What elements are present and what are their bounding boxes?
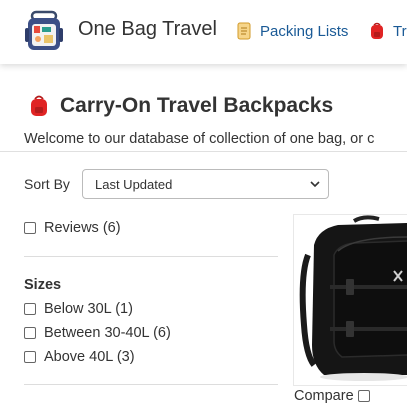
- filter-size-below-30l[interactable]: Below 30L (1): [24, 301, 133, 317]
- filter-divider: [24, 384, 278, 385]
- reviews-checkbox[interactable]: [24, 222, 36, 234]
- filter-size-30-40l[interactable]: Between 30-40L (6): [24, 325, 171, 341]
- filter-size-label: Between 30-40L (6): [44, 325, 171, 341]
- size-30-40l-checkbox[interactable]: [24, 327, 36, 339]
- product-image-backpack[interactable]: [294, 215, 407, 386]
- nav-packing-lists[interactable]: Packing Lists: [236, 22, 348, 40]
- site-header: One Bag Travel Packing Lists Tra: [0, 0, 407, 64]
- intro-text: Welcome to our database of collection of…: [24, 131, 375, 147]
- nav-travel-label: Tra: [393, 22, 407, 40]
- backpack-icon: [371, 22, 383, 39]
- site-brand[interactable]: One Bag Travel: [78, 18, 217, 41]
- nav-packing-lists-label: Packing Lists: [260, 22, 349, 40]
- scroll-icon: [237, 22, 251, 40]
- page-heading: Carry-On Travel Backpacks: [30, 94, 333, 118]
- filter-divider: [24, 256, 278, 257]
- filter-size-above-40l[interactable]: Above 40L (3): [24, 349, 135, 365]
- size-below-30l-checkbox[interactable]: [24, 303, 36, 315]
- compare-control[interactable]: Compare: [294, 388, 370, 404]
- filter-size-label: Above 40L (3): [44, 349, 135, 365]
- sizes-heading: Sizes: [24, 277, 62, 293]
- filter-size-label: Below 30L (1): [44, 301, 133, 317]
- chevron-down-icon: [310, 181, 320, 188]
- compare-checkbox[interactable]: [357, 390, 370, 402]
- product-card[interactable]: [293, 214, 407, 386]
- backpack-icon: [31, 95, 47, 116]
- nav-travel[interactable]: Tra: [369, 22, 407, 40]
- filter-reviews-label: Reviews (6): [44, 220, 121, 236]
- compare-label: Compare: [294, 388, 354, 404]
- filter-reviews[interactable]: Reviews (6): [24, 220, 121, 236]
- intro-divider: [0, 151, 407, 152]
- page-title: Carry-On Travel Backpacks: [60, 94, 334, 117]
- backpack-logo-icon[interactable]: [24, 10, 64, 52]
- sort-label: Sort By: [24, 176, 70, 192]
- size-above-40l-checkbox[interactable]: [24, 351, 36, 363]
- sort-selected-value: Last Updated: [95, 176, 173, 192]
- sort-select[interactable]: Last Updated: [82, 169, 329, 199]
